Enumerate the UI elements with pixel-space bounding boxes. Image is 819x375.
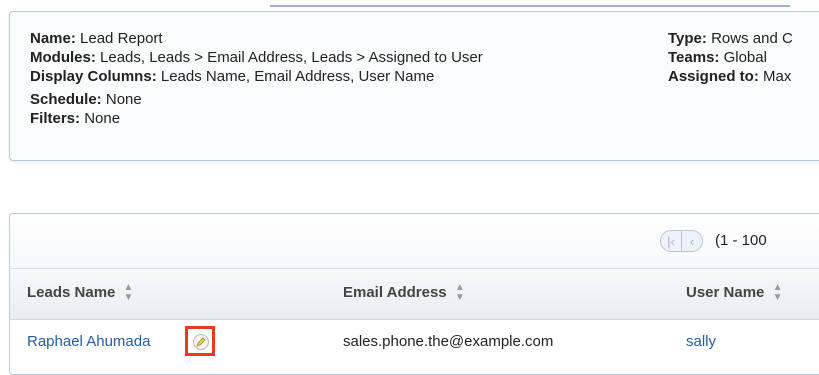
column-header-label: Email Address xyxy=(343,284,447,301)
user-name-link[interactable]: sally xyxy=(686,332,716,352)
top-strip xyxy=(0,0,819,8)
summary-schedule-value: None xyxy=(105,91,142,108)
summary-filters-value: None xyxy=(84,110,121,127)
table-header: Leads Name ▲ ▼ Email Address ▲ ▼ User Name… xyxy=(10,269,819,320)
column-header-user-name[interactable]: User Name ▲ ▼ xyxy=(686,283,782,303)
summary-teams-label: Teams: xyxy=(668,49,720,66)
pencil-icon xyxy=(196,337,206,347)
summary-schedule: Schedule: None xyxy=(30,90,483,109)
first-page-button[interactable]: |‹ xyxy=(660,230,682,252)
title-underline xyxy=(270,0,790,7)
summary-teams: Teams: Global xyxy=(668,48,793,67)
prev-page-button[interactable]: ‹ xyxy=(681,230,703,252)
summary-type-value: Rows and C xyxy=(711,30,793,47)
summary-modules-value: Leads, Leads > Email Address, Leads > As… xyxy=(100,49,483,66)
summary-right-column: Type: Rows and C Teams: Global Assigned … xyxy=(668,29,793,86)
summary-schedule-label: Schedule: xyxy=(30,91,102,108)
email-address-cell: sales.phone.the@example.com xyxy=(343,333,554,350)
report-summary-panel: Name: Lead Report Modules: Leads, Leads … xyxy=(9,11,819,161)
summary-modules: Modules: Leads, Leads > Email Address, L… xyxy=(30,48,483,67)
summary-assigned: Assigned to: Max xyxy=(668,67,793,86)
lead-name-link[interactable]: Raphael Ahumada xyxy=(27,332,150,352)
column-header-email-address[interactable]: Email Address ▲ ▼ xyxy=(343,283,465,303)
sort-icon: ▲ ▼ xyxy=(123,282,134,304)
table-row: Raphael Ahumada sales.phone.the@example.… xyxy=(10,320,819,370)
sort-icon: ▲ ▼ xyxy=(772,282,783,304)
column-header-label: User Name xyxy=(686,284,765,301)
page-range-text: (1 - 100 xyxy=(715,232,767,249)
summary-teams-value: Global xyxy=(723,49,767,66)
column-header-leads-name[interactable]: Leads Name ▲ ▼ xyxy=(27,283,133,303)
summary-name-label: Name: xyxy=(30,30,76,47)
column-header-label: Leads Name xyxy=(27,284,116,301)
first-page-icon: |‹ xyxy=(667,234,675,249)
summary-display-label: Display Columns: xyxy=(30,68,157,85)
summary-modules-label: Modules: xyxy=(30,49,96,66)
summary-name: Name: Lead Report xyxy=(30,29,483,48)
summary-display-columns: Display Columns: Leads Name, Email Addre… xyxy=(30,67,483,86)
summary-display-value: Leads Name, Email Address, User Name xyxy=(160,68,435,85)
sort-icon: ▲ ▼ xyxy=(454,282,465,304)
summary-left-column: Name: Lead Report Modules: Leads, Leads … xyxy=(30,29,483,128)
report-results-list: |‹ ‹ (1 - 100 Leads Name ▲ ▼ Email Addres… xyxy=(9,213,819,375)
summary-type: Type: Rows and C xyxy=(668,29,793,48)
summary-filters-label: Filters: xyxy=(30,110,81,127)
pagination-bar: |‹ ‹ (1 - 100 xyxy=(10,214,819,269)
summary-name-value: Lead Report xyxy=(80,30,163,47)
edit-button[interactable] xyxy=(193,334,209,350)
summary-assigned-label: Assigned to: xyxy=(668,68,759,85)
prev-page-icon: ‹ xyxy=(689,234,695,249)
summary-filters: Filters: None xyxy=(30,109,483,128)
edit-highlight xyxy=(185,326,215,356)
summary-type-label: Type: xyxy=(668,30,707,47)
summary-assigned-value: Max xyxy=(763,68,792,85)
